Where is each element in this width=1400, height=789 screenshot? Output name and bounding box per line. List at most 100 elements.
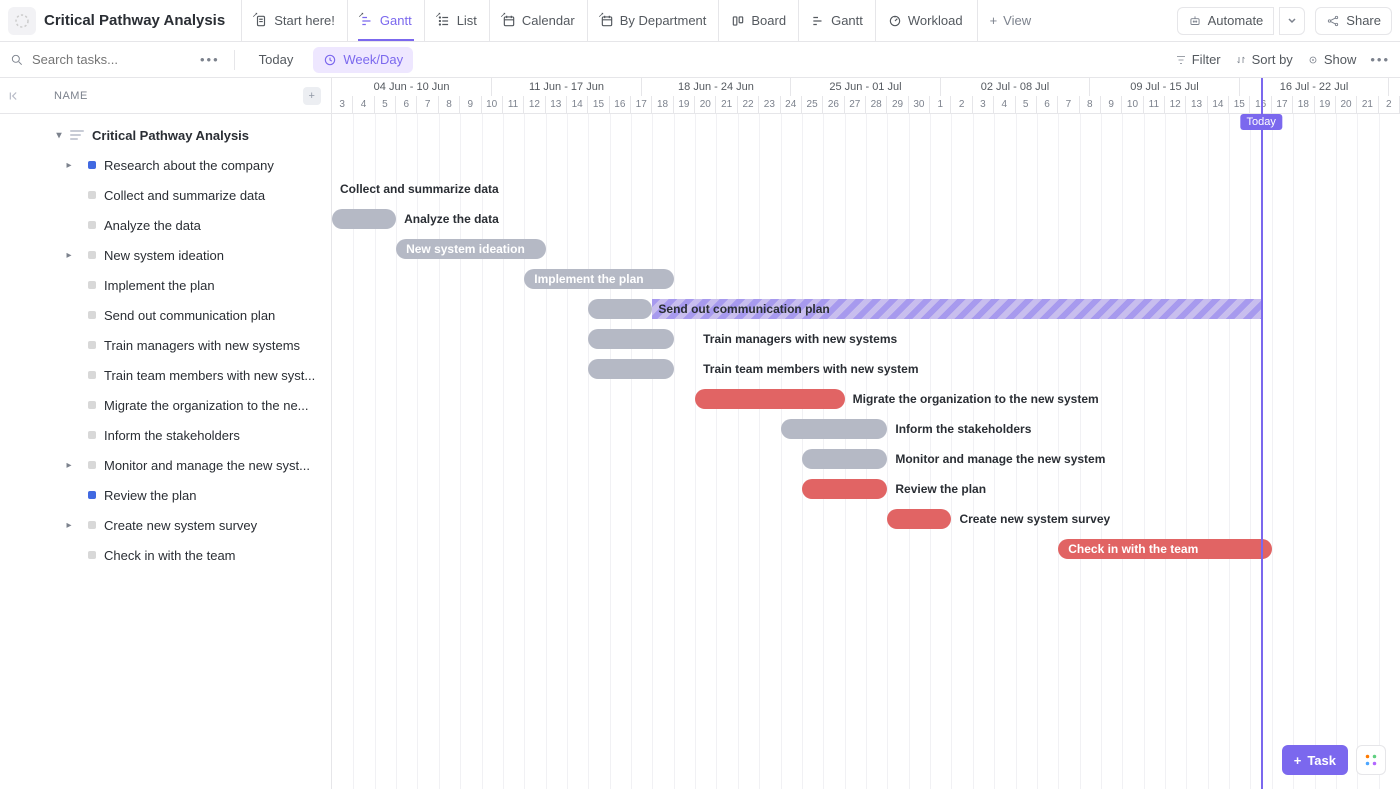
gantt-chart[interactable]: 04 Jun - 10 Jun11 Jun - 17 Jun18 Jun - 2… bbox=[332, 78, 1400, 789]
list-icon bbox=[437, 14, 451, 28]
add-column-button[interactable]: + bbox=[303, 87, 321, 105]
day-header: 17 bbox=[1272, 96, 1293, 114]
search-box[interactable] bbox=[10, 51, 190, 68]
task-row[interactable]: ▸Monitor and manage the new syst... bbox=[0, 450, 331, 480]
board-icon bbox=[731, 14, 745, 28]
view-tab-gantt[interactable]: Gantt bbox=[798, 0, 875, 41]
task-row[interactable]: Send out communication plan bbox=[0, 300, 331, 330]
task-row[interactable]: Train managers with new systems bbox=[0, 330, 331, 360]
task-row[interactable]: Inform the stakeholders bbox=[0, 420, 331, 450]
task-label: Analyze the data bbox=[104, 218, 201, 233]
task-row[interactable]: Analyze the data bbox=[0, 210, 331, 240]
gantt-bar[interactable] bbox=[695, 389, 845, 409]
task-label: Implement the plan bbox=[104, 278, 215, 293]
tree-group-row[interactable]: ▾ Critical Pathway Analysis bbox=[0, 120, 331, 150]
today-marker-line bbox=[1261, 78, 1263, 789]
caret-right-icon[interactable]: ▸ bbox=[64, 520, 74, 531]
day-header: 3 bbox=[332, 96, 353, 114]
plus-icon: + bbox=[990, 13, 998, 28]
gantt-bar[interactable] bbox=[781, 419, 888, 439]
automate-button[interactable]: Automate bbox=[1177, 7, 1275, 35]
gantt-bar[interactable] bbox=[802, 449, 887, 469]
day-header: 19 bbox=[1315, 96, 1336, 114]
day-header: 20 bbox=[1336, 96, 1357, 114]
clock-icon bbox=[323, 53, 337, 67]
gantt-bar[interactable]: Implement the plan bbox=[524, 269, 674, 289]
day-header: 6 bbox=[1037, 96, 1058, 114]
search-input[interactable] bbox=[30, 51, 170, 68]
view-tab-list[interactable]: List bbox=[424, 0, 489, 41]
status-icon bbox=[88, 431, 96, 439]
top-toolbar: Critical Pathway Analysis Start here!Gan… bbox=[0, 0, 1400, 42]
view-tab-by-department[interactable]: By Department bbox=[587, 0, 719, 41]
gantt-bar-label: Monitor and manage the new system bbox=[895, 449, 1105, 469]
status-icon bbox=[88, 521, 96, 529]
gantt-bar[interactable] bbox=[588, 299, 652, 319]
task-row[interactable]: Implement the plan bbox=[0, 270, 331, 300]
status-icon bbox=[88, 371, 96, 379]
task-row[interactable]: Check in with the team bbox=[0, 540, 331, 570]
task-label: Migrate the organization to the ne... bbox=[104, 398, 309, 413]
view-tab-board[interactable]: Board bbox=[718, 0, 798, 41]
caret-right-icon[interactable]: ▸ bbox=[64, 250, 74, 261]
collapse-panel-icon[interactable] bbox=[8, 89, 22, 103]
gantt-bar[interactable] bbox=[588, 329, 673, 349]
gantt-bar[interactable] bbox=[802, 479, 887, 499]
day-header: 21 bbox=[1357, 96, 1378, 114]
more-options-icon[interactable]: ••• bbox=[1370, 52, 1390, 67]
caret-right-icon[interactable]: ▸ bbox=[64, 460, 74, 471]
task-row[interactable]: Migrate the organization to the ne... bbox=[0, 390, 331, 420]
filter-button[interactable]: Filter bbox=[1175, 52, 1221, 67]
status-icon bbox=[88, 221, 96, 229]
task-label: Check in with the team bbox=[104, 548, 236, 563]
day-header: 7 bbox=[417, 96, 438, 114]
gantt-bar-label: Review the plan bbox=[895, 479, 986, 499]
day-header: 14 bbox=[567, 96, 588, 114]
grid-dots-icon bbox=[1364, 753, 1378, 767]
task-row[interactable]: Review the plan bbox=[0, 480, 331, 510]
gantt-bars: Collect and summarize dataAnalyze the da… bbox=[332, 114, 1400, 594]
task-row[interactable]: Collect and summarize data bbox=[0, 180, 331, 210]
task-row[interactable]: Train team members with new syst... bbox=[0, 360, 331, 390]
apps-button[interactable] bbox=[1356, 745, 1386, 775]
task-row[interactable]: ▸New system ideation bbox=[0, 240, 331, 270]
gantt-bar[interactable] bbox=[332, 209, 396, 229]
task-row[interactable]: ▸Research about the company bbox=[0, 150, 331, 180]
day-header: 18 bbox=[652, 96, 673, 114]
new-task-button[interactable]: + Task bbox=[1282, 745, 1348, 775]
view-tab-start-here-[interactable]: Start here! bbox=[241, 0, 347, 41]
today-button[interactable]: Today bbox=[249, 47, 304, 73]
gantt-bar-label: Inform the stakeholders bbox=[895, 419, 1031, 439]
gantt-bar[interactable]: Check in with the team bbox=[1058, 539, 1272, 559]
gantt-bar[interactable] bbox=[588, 359, 673, 379]
view-tab-gantt[interactable]: Gantt bbox=[347, 0, 424, 41]
sortby-button[interactable]: Sort by bbox=[1235, 52, 1293, 67]
gantt-bar[interactable]: New system ideation bbox=[396, 239, 546, 259]
space-icon[interactable] bbox=[8, 7, 36, 35]
task-label: Train team members with new syst... bbox=[104, 368, 315, 383]
gantt-bar-label: Create new system survey bbox=[959, 509, 1110, 529]
gantt-bar[interactable] bbox=[887, 509, 951, 529]
task-row[interactable]: ▸Create new system survey bbox=[0, 510, 331, 540]
status-icon bbox=[88, 341, 96, 349]
caret-down-icon[interactable]: ▾ bbox=[54, 130, 64, 141]
caret-right-icon[interactable]: ▸ bbox=[64, 160, 74, 171]
day-header: 21 bbox=[716, 96, 737, 114]
share-button[interactable]: Share bbox=[1315, 7, 1392, 35]
day-header: 8 bbox=[1080, 96, 1101, 114]
day-header: 24 bbox=[781, 96, 802, 114]
view-tab-workload[interactable]: Workload bbox=[875, 0, 975, 41]
show-button[interactable]: Show bbox=[1307, 52, 1357, 67]
more-icon[interactable]: ••• bbox=[200, 52, 220, 67]
page-title[interactable]: Critical Pathway Analysis bbox=[44, 12, 225, 29]
gantt-bar-label: Analyze the data bbox=[404, 209, 499, 229]
add-view-button[interactable]: + View bbox=[977, 0, 1044, 41]
plus-icon: + bbox=[1294, 753, 1302, 768]
chevron-down-icon bbox=[1287, 16, 1297, 26]
day-header: 15 bbox=[1229, 96, 1250, 114]
automate-dropdown[interactable] bbox=[1279, 7, 1305, 35]
view-tab-calendar[interactable]: Calendar bbox=[489, 0, 587, 41]
day-header: 1 bbox=[930, 96, 951, 114]
weekday-toggle[interactable]: Week/Day bbox=[313, 47, 413, 73]
status-icon bbox=[88, 191, 96, 199]
